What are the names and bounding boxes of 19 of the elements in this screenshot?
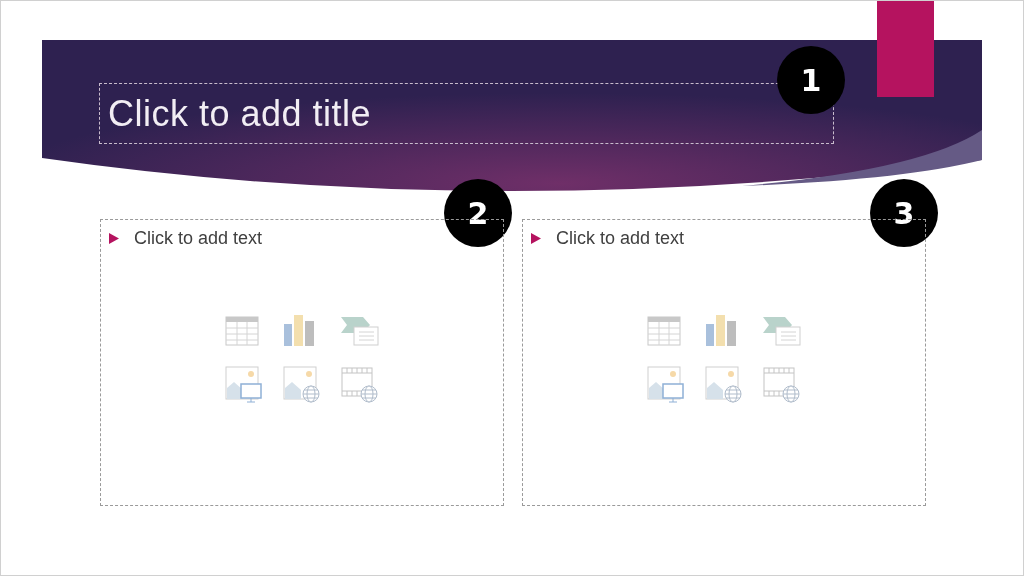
- bullet-icon: [531, 233, 541, 244]
- smartart-icon[interactable]: [763, 316, 801, 346]
- online-picture-icon[interactable]: [705, 366, 743, 404]
- bar-chart-icon[interactable]: [283, 314, 315, 346]
- table-icon[interactable]: [225, 316, 259, 346]
- video-icon[interactable]: [763, 366, 801, 404]
- callout-number: 2: [444, 179, 512, 247]
- bullet-icon: [109, 233, 119, 244]
- table-icon[interactable]: [647, 316, 681, 346]
- video-icon[interactable]: [341, 366, 379, 404]
- online-picture-icon[interactable]: [283, 366, 321, 404]
- callout-number: 3: [870, 179, 938, 247]
- picture-icon[interactable]: [225, 366, 263, 404]
- placeholder-text: Click to add text: [556, 227, 685, 250]
- smartart-icon[interactable]: [341, 316, 379, 346]
- title-text: Click to add title: [108, 91, 372, 136]
- picture-icon[interactable]: [647, 366, 685, 404]
- placeholder-text: Click to add text: [134, 227, 263, 250]
- bar-chart-icon[interactable]: [705, 314, 737, 346]
